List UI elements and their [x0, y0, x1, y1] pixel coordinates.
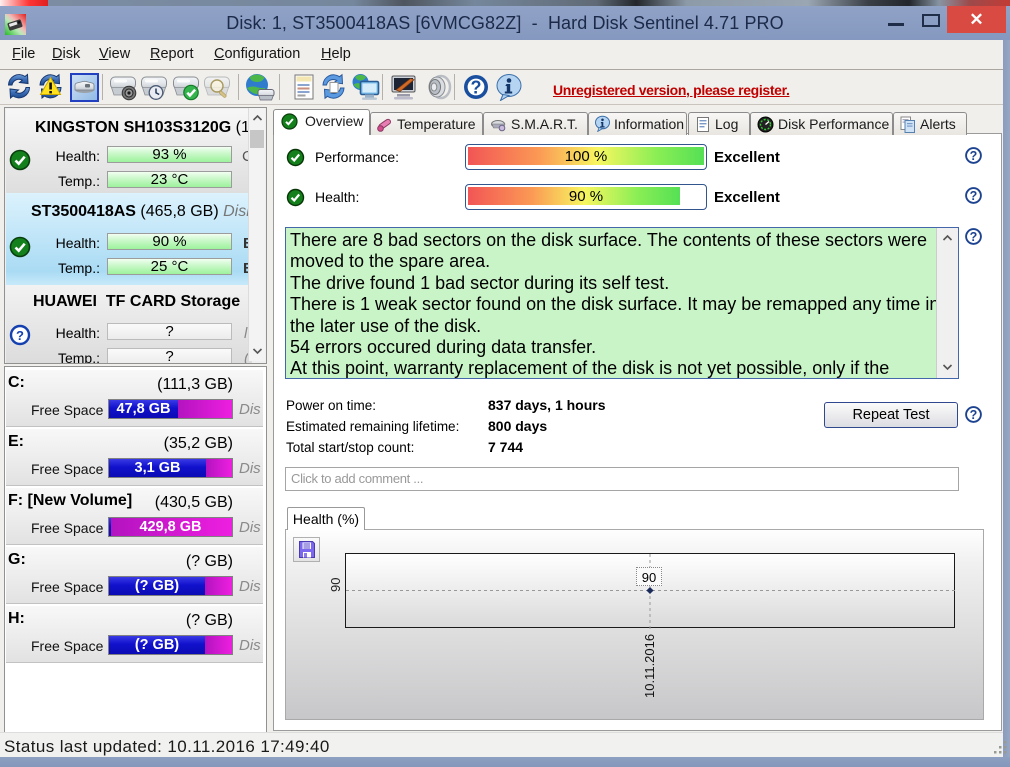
- svg-text:?: ?: [970, 149, 978, 163]
- svg-text:?: ?: [970, 230, 978, 244]
- svg-text:?: ?: [970, 189, 978, 203]
- svg-text:?: ?: [970, 408, 978, 422]
- svg-text:?: ?: [471, 78, 482, 98]
